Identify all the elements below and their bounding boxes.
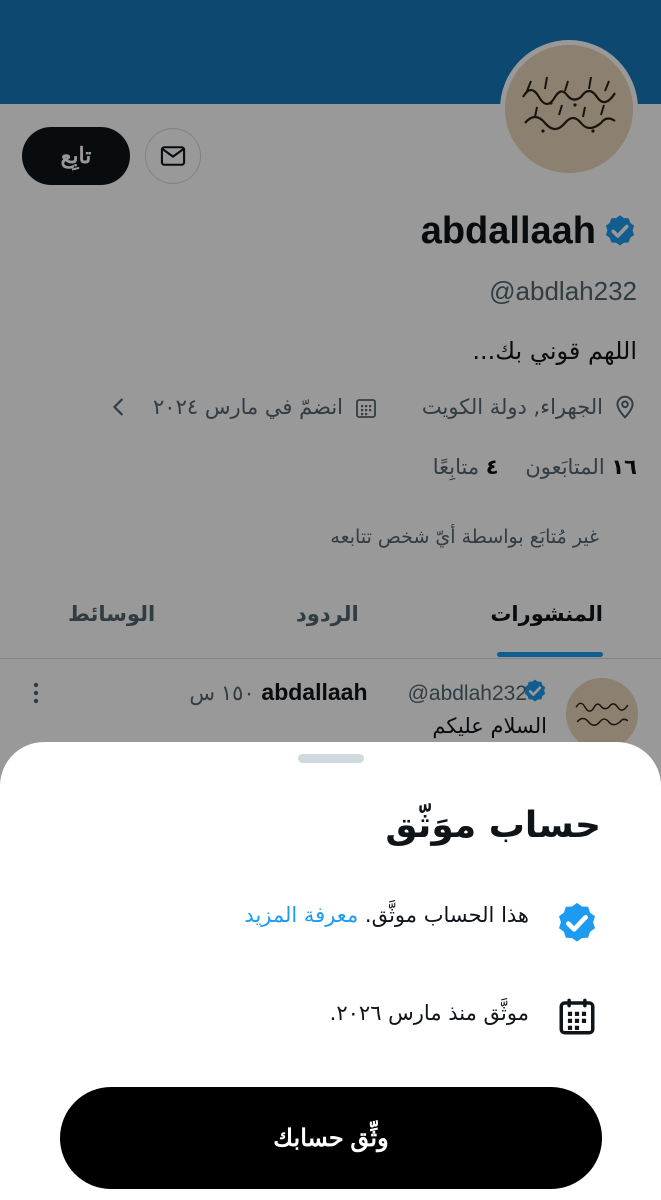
learn-more-link[interactable]: معرفة المزيد [244, 903, 358, 927]
verified-info-row: هذا الحساب موثَّق. معرفة المزيد [244, 898, 529, 932]
verified-badge-icon [558, 902, 596, 942]
sheet-grab-handle[interactable] [298, 754, 364, 763]
calendar-icon [559, 998, 595, 1035]
verify-account-button[interactable]: وثِّق حسابك [60, 1087, 602, 1189]
sheet-title: حساب موَثّق [385, 805, 601, 846]
verified-text: هذا الحساب موثَّق. [364, 903, 529, 927]
verified-since-text: موثَّق منذ مارس ٢٠٢٦. [329, 1001, 529, 1025]
